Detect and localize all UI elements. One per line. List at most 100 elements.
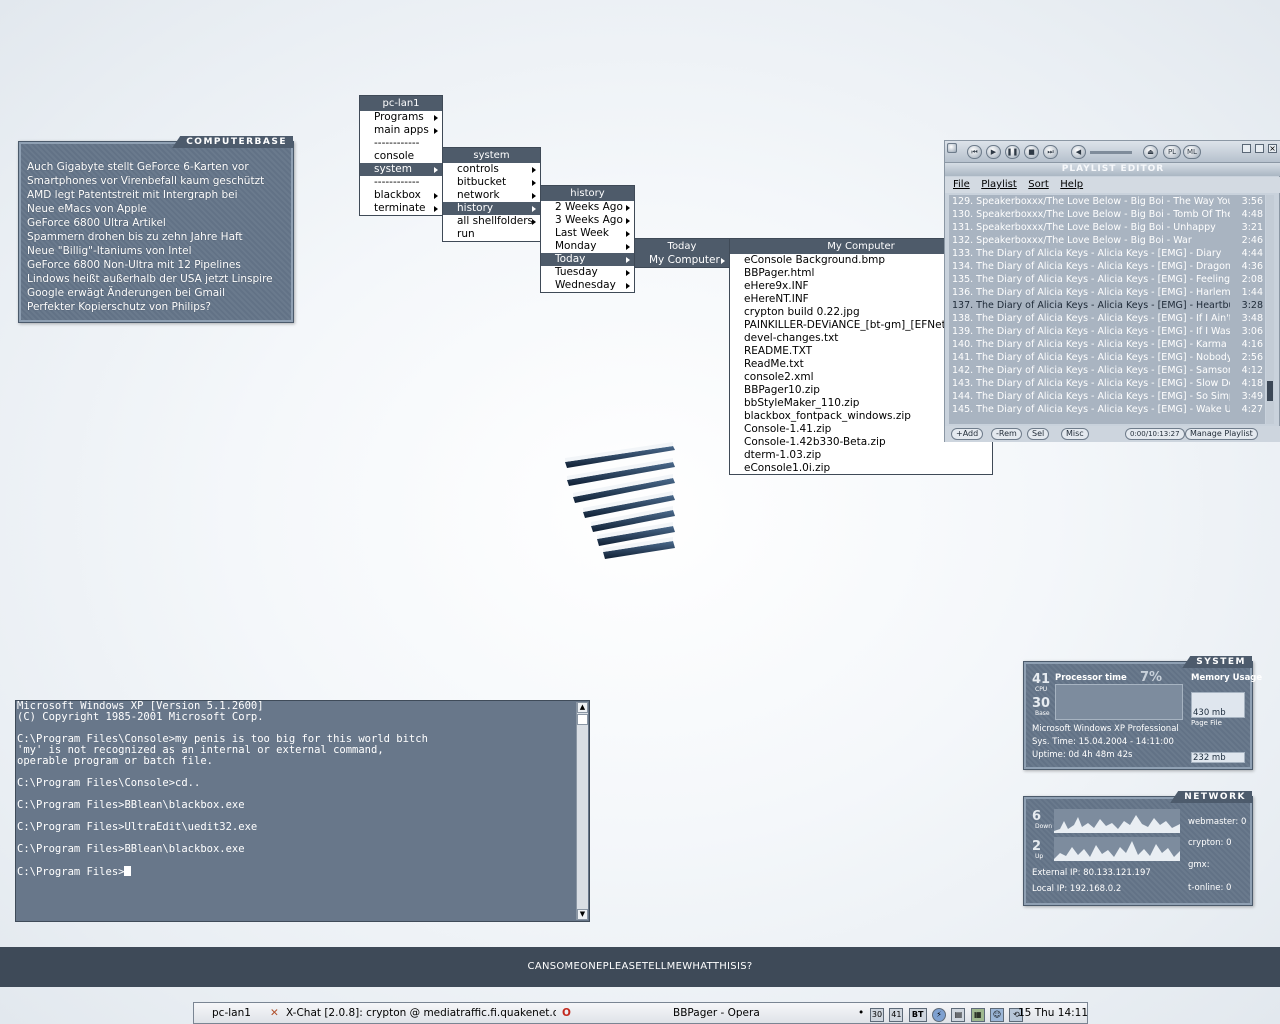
playlist-menu-playlist[interactable]: Playlist	[981, 179, 1017, 190]
tray-icon-network[interactable]: ▦	[970, 1008, 985, 1022]
playlist-row[interactable]: 137. The Diary of Alicia Keys - Alicia K…	[949, 299, 1265, 312]
misc-button[interactable]: Misc	[1061, 428, 1089, 440]
menu-item-programs[interactable]: Programs	[360, 111, 442, 124]
scroll-down-icon[interactable]: ▼	[577, 909, 588, 920]
menu-item-2-weeks-ago[interactable]: 2 Weeks Ago	[541, 201, 634, 214]
menu-item-last-week[interactable]: Last Week	[541, 227, 634, 240]
close-icon[interactable]: ×	[1268, 144, 1277, 153]
playlist-row[interactable]: 138. The Diary of Alicia Keys - Alicia K…	[949, 312, 1265, 325]
news-item[interactable]: GeForce 6800 Non-Ultra mit 12 Pipelines	[27, 258, 273, 272]
minimize-icon[interactable]	[1242, 144, 1251, 153]
track-duration: 3:49	[1241, 391, 1263, 402]
down-number: 6	[1032, 809, 1042, 824]
volume-icon[interactable]: ◀	[1071, 145, 1086, 159]
previous-icon[interactable]: ⏮	[967, 145, 982, 159]
news-item[interactable]: Google erwägt Änderungen bei Gmail	[27, 286, 273, 300]
playlist-row[interactable]: 139. The Diary of Alicia Keys - Alicia K…	[949, 325, 1265, 338]
remove-button[interactable]: -Rem	[991, 428, 1022, 440]
playlist-row[interactable]: 134. The Diary of Alicia Keys - Alicia K…	[949, 260, 1265, 273]
add-button[interactable]: +Add	[951, 428, 984, 440]
volume-slider[interactable]	[1090, 151, 1132, 154]
select-button[interactable]: Sel	[1027, 428, 1050, 440]
playlist-row[interactable]: 129. Speakerboxxx/The Love Below - Big B…	[949, 195, 1265, 208]
news-item[interactable]: Perfekter Kopierschutz von Philips?	[27, 300, 273, 314]
playlist-row[interactable]: 130. Speakerboxxx/The Love Below - Big B…	[949, 208, 1265, 221]
shade-icon[interactable]	[1255, 144, 1264, 153]
workspace-label[interactable]: pc-lan1	[212, 1003, 251, 1023]
menu-item-history[interactable]: history	[443, 202, 540, 215]
menu-item-console[interactable]: console	[360, 150, 442, 163]
winamp-player-bar: ⏮ ▶ ❚❚ ■ ⏭ ◀ ⏏ PL ML ×	[945, 141, 1280, 163]
taskbar-item-opera[interactable]: BBPager - Opera	[673, 1003, 760, 1023]
playlist-menu-help[interactable]: Help	[1060, 179, 1083, 190]
menu-item-system[interactable]: system	[360, 163, 442, 176]
playlist-scrollbar[interactable]	[1266, 195, 1274, 424]
file-menu-item[interactable]: eConsole1.0i.zip	[730, 462, 992, 475]
playlist-scroll-thumb[interactable]	[1267, 381, 1273, 401]
menu-item-controls[interactable]: controls	[443, 163, 540, 176]
playlist-row[interactable]: 132. Speakerboxxx/The Love Below - Big B…	[949, 234, 1265, 247]
menu-item-terminate[interactable]: terminate	[360, 202, 442, 215]
news-item[interactable]: Spammern drohen bis zu zehn Jahre Haft	[27, 230, 273, 244]
playlist-row[interactable]: 141. The Diary of Alicia Keys - Alicia K…	[949, 351, 1265, 364]
tray-icon-printer[interactable]: ▤	[951, 1008, 966, 1022]
playlist-row[interactable]: 143. The Diary of Alicia Keys - Alicia K…	[949, 377, 1265, 390]
file-menu-item[interactable]: dterm-1.03.zip	[730, 449, 992, 462]
menu-item-all-shellfolders[interactable]: all shellfolders	[443, 215, 540, 228]
tray-icon-power[interactable]: ⚡	[932, 1008, 947, 1022]
scroll-up-icon[interactable]: ▲	[577, 702, 588, 713]
menu-item-my-computer[interactable]: My Computer	[635, 254, 729, 267]
ml-toggle-icon[interactable]: ML	[1183, 145, 1201, 159]
playlist-row[interactable]: 145. The Diary of Alicia Keys - Alicia K…	[949, 403, 1265, 416]
up-number: 2	[1032, 839, 1042, 854]
news-item[interactable]: AMD legt Patentstreit mit Intergraph bei	[27, 188, 273, 202]
menu-item-tuesday[interactable]: Tuesday	[541, 266, 634, 279]
winamp-menu-icon[interactable]	[947, 143, 957, 153]
pl-toggle-icon[interactable]: PL	[1163, 145, 1181, 159]
news-item[interactable]: Smartphones vor Virenbefall kaum geschüt…	[27, 174, 273, 188]
playlist-menu-file[interactable]: File	[953, 179, 970, 190]
console-window[interactable]: Microsoft Windows XP [Version 5.1.2600] …	[15, 700, 590, 922]
playlist-row[interactable]: 140. The Diary of Alicia Keys - Alicia K…	[949, 338, 1265, 351]
manage-playlist-button[interactable]: Manage Playlist	[1185, 428, 1258, 440]
menu-item-today[interactable]: Today	[541, 253, 634, 266]
console-scrollbar[interactable]: ▲ ▼	[576, 702, 588, 920]
tray-icon-users[interactable]: ☺	[990, 1008, 1005, 1022]
play-icon[interactable]: ▶	[986, 145, 1001, 159]
menu-item-main-apps[interactable]: main apps	[360, 124, 442, 137]
menu-item-run[interactable]: run	[443, 228, 540, 241]
eject-icon[interactable]: ⏏	[1143, 145, 1158, 159]
menu-item-3-weeks-ago[interactable]: 3 Weeks Ago	[541, 214, 634, 227]
playlist-row[interactable]: 144. The Diary of Alicia Keys - Alicia K…	[949, 390, 1265, 403]
playlist-row[interactable]: 136. The Diary of Alicia Keys - Alicia K…	[949, 286, 1265, 299]
menu-item-wednesday[interactable]: Wednesday	[541, 279, 634, 292]
news-item[interactable]: Neue eMacs von Apple	[27, 202, 273, 216]
track-title: 137. The Diary of Alicia Keys - Alicia K…	[952, 300, 1230, 311]
playlist-row[interactable]: 133. The Diary of Alicia Keys - Alicia K…	[949, 247, 1265, 260]
tray-icon-41[interactable]: 41	[889, 1008, 904, 1022]
tray-icon-bt[interactable]: BT	[908, 1008, 927, 1022]
playlist-menu-sort[interactable]: Sort	[1028, 179, 1049, 190]
console-scroll-thumb[interactable]	[577, 714, 588, 725]
news-item[interactable]: Auch Gigabyte stellt GeForce 6-Karten vo…	[27, 160, 273, 174]
root-menu: pc-lan1 Programs main apps ------------ …	[359, 95, 443, 216]
pause-icon[interactable]: ❚❚	[1005, 145, 1020, 159]
next-icon[interactable]: ⏭	[1043, 145, 1058, 159]
track-title: 133. The Diary of Alicia Keys - Alicia K…	[952, 248, 1222, 259]
news-item[interactable]: Lindows heißt außerhalb der USA jetzt Li…	[27, 272, 273, 286]
playlist-row[interactable]: 135. The Diary of Alicia Keys - Alicia K…	[949, 273, 1265, 286]
news-item[interactable]: Neue "Billig"-Itaniums von Intel	[27, 244, 273, 258]
menu-item-monday[interactable]: Monday	[541, 240, 634, 253]
playlist-row[interactable]: 131. Speakerboxxx/The Love Below - Big B…	[949, 221, 1265, 234]
track-title: 134. The Diary of Alicia Keys - Alicia K…	[952, 261, 1230, 272]
tray-icon-30[interactable]: 30	[870, 1008, 884, 1022]
stop-icon[interactable]: ■	[1024, 145, 1039, 159]
news-item[interactable]: GeForce 6800 Ultra Artikel	[27, 216, 273, 230]
menu-item-bitbucket[interactable]: bitbucket	[443, 176, 540, 189]
playlist-row[interactable]: 142. The Diary of Alicia Keys - Alicia K…	[949, 364, 1265, 377]
menu-item-network[interactable]: network	[443, 189, 540, 202]
taskbar-item-xchat[interactable]: X-Chat [2.0.8]: crypton @ mediatraffic.f…	[286, 1003, 556, 1023]
playlist-list[interactable]: 129. Speakerboxxx/The Love Below - Big B…	[949, 195, 1265, 424]
track-duration: 4:27	[1241, 404, 1263, 415]
menu-item-blackbox[interactable]: blackbox	[360, 189, 442, 202]
